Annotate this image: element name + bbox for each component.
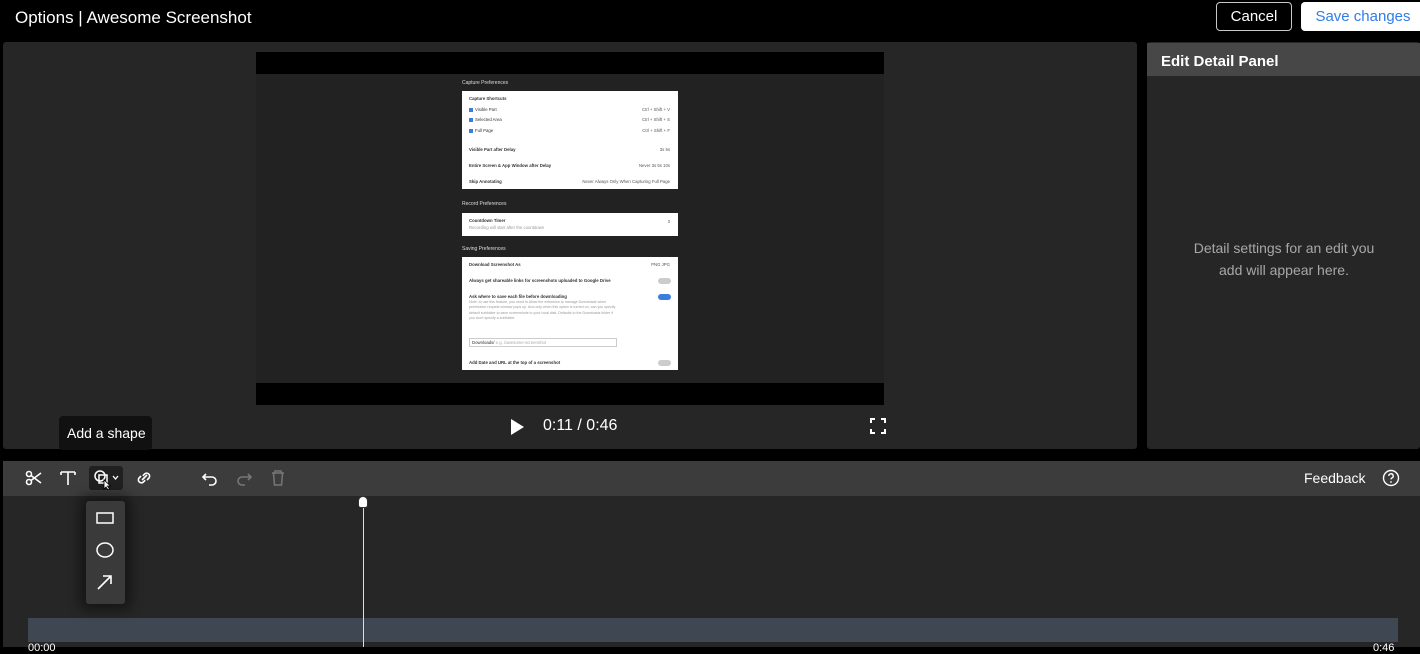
fullscreen-icon[interactable] [870, 418, 886, 434]
shortcut-row: Selected Area [469, 117, 502, 122]
visible-delay-options: 3s 5s [659, 147, 670, 152]
help-icon[interactable] [1382, 469, 1400, 487]
skip-annotating-options: Never Always Only When Capturing Full Pa… [582, 179, 670, 184]
time-display: 0:11 / 0:46 [543, 417, 618, 434]
shareable-toggle [658, 278, 671, 284]
timeline-track[interactable] [28, 618, 1398, 642]
edit-detail-panel: Edit Detail Panel Detail settings for an… [1147, 42, 1420, 449]
shortcut-row: Full Page [469, 128, 493, 133]
download-as-label: Download Screenshot As [469, 262, 521, 267]
shareable-label: Always get shareable links for screensho… [469, 278, 611, 283]
undo-icon[interactable] [197, 466, 223, 490]
timeline-start-time: 00:00 [28, 642, 56, 654]
playhead-line [363, 506, 364, 647]
skip-annotating-label: Skip Annotating [469, 179, 502, 184]
folder-field: Downloads/ e.g. /awesome-screenshot [469, 338, 617, 347]
add-date-label: Add Date and URL at the top of a screens… [469, 360, 561, 365]
capture-shortcuts-label: Capture Shortcuts [469, 96, 507, 101]
trash-icon[interactable] [265, 466, 291, 490]
link-icon[interactable] [131, 466, 157, 490]
video-preview-area: Capture Preferences Capture Shortcuts Vi… [3, 42, 1137, 449]
play-icon[interactable] [511, 419, 524, 435]
entire-delay-options: Never 3s 5s 10s [638, 163, 670, 168]
countdown-label: Countdown Timer [469, 218, 506, 223]
editor-toolbar: Feedback [3, 461, 1420, 496]
saving-card: Download Screenshot As PNG JPG Always ge… [462, 257, 678, 370]
entire-delay-label: Entire Screen & App Window after Delay [469, 163, 552, 168]
shape-icon[interactable] [89, 466, 123, 490]
edit-panel-hint: Detail settings for an edit you add will… [1193, 240, 1375, 278]
playhead-handle[interactable] [358, 496, 368, 508]
ask-where-toggle [658, 294, 671, 300]
video-content: Capture Preferences Capture Shortcuts Vi… [256, 74, 884, 383]
shape-menu [86, 501, 125, 604]
ask-where-note: Note: to use this feature, you need to A… [469, 300, 616, 320]
timeline[interactable]: 00:00 0:46 [3, 496, 1420, 654]
ellipse-icon[interactable] [93, 538, 117, 562]
download-format-options: PNG JPG [651, 262, 670, 267]
scissors-icon[interactable] [21, 466, 47, 490]
ask-where-label: Ask where to save each file before downl… [469, 294, 567, 299]
feedback-link[interactable]: Feedback [1304, 470, 1365, 486]
countdown-sublabel: Recording will start after the countdown [469, 225, 545, 230]
saving-section-title: Saving Preferences [462, 246, 506, 252]
shortcut-keys: Ctrl + Shift + V [642, 107, 670, 112]
top-bar: Options | Awesome Screenshot Cancel Save… [0, 0, 1420, 42]
cancel-button[interactable]: Cancel [1216, 2, 1292, 31]
shortcut-keys: Ctrl + Shift + F [642, 128, 670, 133]
text-icon[interactable] [55, 466, 81, 490]
rectangle-icon[interactable] [93, 506, 117, 530]
arrow-icon[interactable] [93, 570, 117, 594]
edit-panel-title: Edit Detail Panel [1161, 53, 1279, 70]
record-section-title: Record Preferences [462, 201, 507, 207]
recorded-document: Capture Preferences Capture Shortcuts Vi… [462, 74, 678, 383]
redo-icon[interactable] [231, 466, 257, 490]
add-shape-tooltip: Add a shape [59, 416, 152, 450]
capture-card: Capture Shortcuts Visible Part Ctrl + Sh… [462, 91, 678, 189]
edit-panel-header: Edit Detail Panel [1147, 43, 1420, 76]
add-date-toggle [658, 360, 671, 366]
video-player[interactable]: Capture Preferences Capture Shortcuts Vi… [256, 52, 884, 405]
record-card: Countdown Timer Recording will start aft… [462, 213, 678, 236]
shortcut-keys: Ctrl + Shift + S [642, 117, 670, 122]
countdown-value: 3 [667, 219, 670, 224]
save-changes-button[interactable]: Save changes [1301, 2, 1420, 31]
capture-section-title: Capture Preferences [462, 80, 509, 86]
shortcut-row: Visible Part [469, 107, 497, 112]
page-title: Options | Awesome Screenshot [15, 8, 252, 27]
visible-delay-label: Visible Part after Delay [469, 147, 516, 152]
timeline-end-time: 0:46 [1373, 642, 1395, 654]
